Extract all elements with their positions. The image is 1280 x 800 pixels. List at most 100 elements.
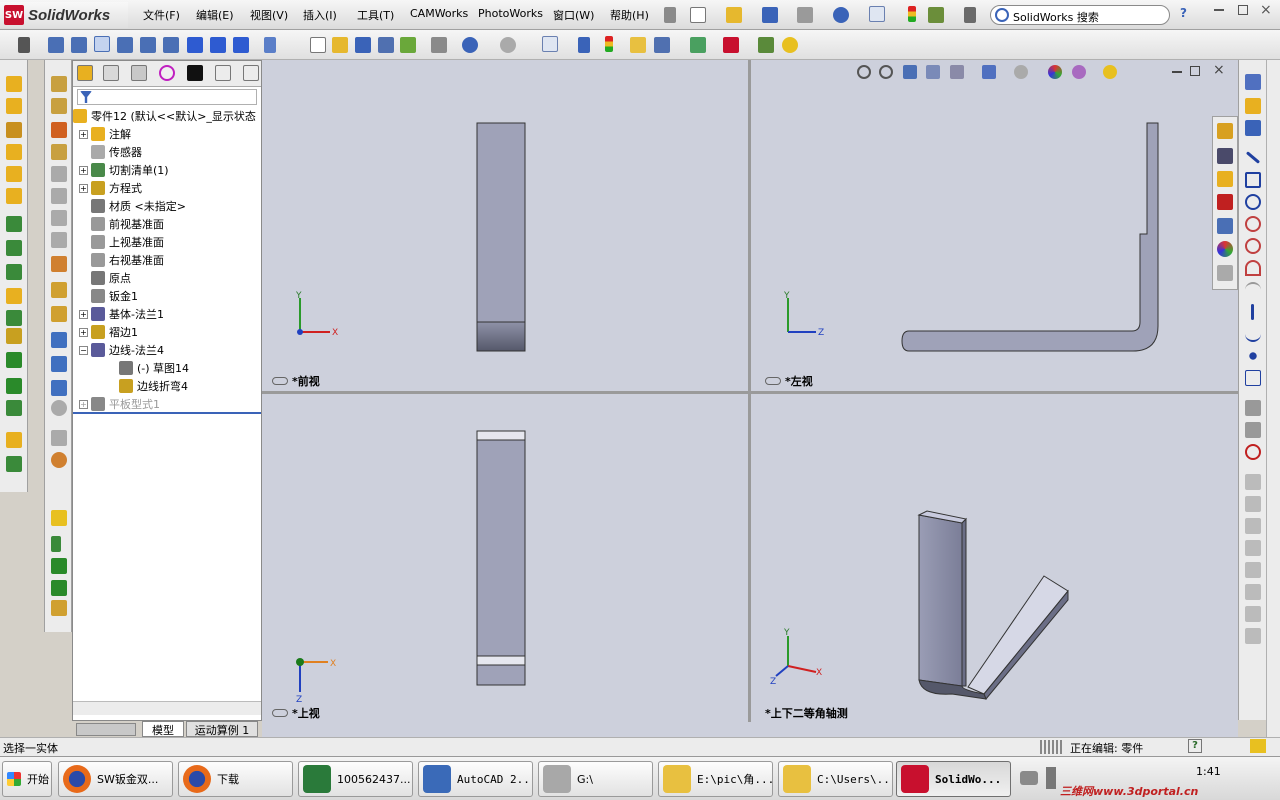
new-document-icon[interactable] [690, 7, 706, 23]
closed-corner-icon[interactable] [6, 288, 22, 304]
taskbar-drive-g[interactable]: G:\ [538, 761, 653, 797]
rapid-sketch-icon[interactable] [1245, 120, 1261, 136]
undo-icon[interactable] [833, 7, 849, 23]
lofted-bend-icon[interactable] [6, 122, 22, 138]
trim-icon[interactable] [1245, 474, 1261, 490]
print-icon[interactable] [797, 7, 813, 23]
menu-tools[interactable]: 工具(T) [357, 7, 394, 23]
pin-icon[interactable] [664, 7, 676, 23]
linear-pattern-icon[interactable] [51, 332, 67, 348]
status-help-button[interactable]: ? [1188, 739, 1202, 753]
taskbar-solidworks[interactable]: SolidWo... [896, 761, 1011, 797]
spline-icon[interactable] [1245, 326, 1261, 342]
tree-item[interactable]: + 切割清单(1) [79, 161, 169, 179]
menu-photoworks[interactable]: PhotoWorks [478, 7, 543, 20]
configuration-manager-tab-icon[interactable] [131, 65, 147, 81]
circle-icon[interactable] [1245, 194, 1261, 210]
top-view-part[interactable] [476, 430, 526, 686]
tab-scroll-buttons[interactable] [76, 723, 136, 736]
tree-item[interactable]: 传感器 [79, 143, 142, 161]
view-dimetric-icon[interactable] [233, 37, 249, 53]
dimxpert-tab-icon[interactable] [159, 65, 175, 81]
mate-reference-icon[interactable] [51, 600, 67, 616]
linear-sketch-pattern-icon[interactable] [1245, 628, 1261, 644]
draft-icon[interactable] [51, 282, 67, 298]
start-button[interactable]: 开始 [2, 761, 52, 797]
print-icon[interactable] [431, 37, 447, 53]
view-palette-icon[interactable] [1217, 218, 1233, 234]
tab-model[interactable]: 模型 [142, 721, 184, 737]
open-icon[interactable] [332, 37, 348, 53]
expand-toggle-icon[interactable]: + [79, 309, 88, 319]
tree-item[interactable]: 上视基准面 [79, 233, 164, 251]
break-corner-icon[interactable] [6, 328, 22, 344]
extend-icon[interactable] [1245, 496, 1261, 512]
properties-icon[interactable] [654, 37, 670, 53]
sketch-icon[interactable] [1245, 74, 1261, 90]
normal-to-icon[interactable] [18, 37, 30, 53]
left-view-part[interactable] [901, 122, 1159, 352]
tree-item[interactable]: 材质 <未指定> [79, 197, 186, 215]
lofted-boss-icon[interactable] [51, 166, 67, 182]
view-back-icon[interactable] [71, 37, 87, 53]
appearances-icon[interactable] [1217, 241, 1233, 257]
rip-icon[interactable] [6, 456, 22, 472]
close-icon[interactable]: × [1260, 2, 1272, 18]
expand-toggle-icon[interactable]: + [79, 129, 88, 139]
centerline-icon[interactable] [1251, 304, 1254, 320]
addins-icon[interactable] [723, 37, 739, 53]
taskbar-excel[interactable]: 100562437... [298, 761, 413, 797]
display-relations-icon[interactable] [1245, 444, 1261, 460]
menu-edit[interactable]: 编辑(E) [196, 7, 234, 23]
keyboard-icon[interactable] [1020, 771, 1038, 785]
scale-entities-icon[interactable] [1245, 584, 1261, 600]
mirror-icon[interactable] [51, 380, 67, 396]
menu-insert[interactable]: 插入(I) [303, 7, 337, 23]
right-scrollbar[interactable] [1266, 60, 1280, 737]
taskbar-firefox-1[interactable]: SW钣金双... [58, 761, 173, 797]
expand-toggle-icon[interactable]: − [79, 345, 88, 355]
deform-icon[interactable] [51, 452, 67, 468]
offset-entities-icon[interactable] [1245, 422, 1261, 438]
tree-item[interactable]: 钣金1 [79, 287, 138, 305]
save-icon[interactable] [762, 7, 778, 23]
centerpoint-arc-icon[interactable] [1245, 216, 1261, 232]
hem-icon[interactable] [6, 188, 22, 204]
view-isometric-icon[interactable] [187, 37, 203, 53]
select-icon[interactable] [542, 36, 558, 52]
undo-icon[interactable] [462, 37, 478, 53]
sketched-bend-icon[interactable] [6, 240, 22, 256]
expand-toggle-icon[interactable]: + [79, 327, 88, 337]
help-button[interactable]: ? [1180, 6, 1187, 20]
base-flange-icon[interactable] [6, 76, 22, 92]
mirror-entities-icon[interactable] [1245, 518, 1261, 534]
circular-pattern-icon[interactable] [51, 356, 67, 372]
taskbar-folder-e[interactable]: E:\pic\角... [658, 761, 773, 797]
feature-tree-tab-icon[interactable] [77, 65, 93, 81]
fold-icon[interactable] [6, 378, 22, 394]
tree-item[interactable]: + 基体-法兰1 [79, 305, 164, 323]
custom-properties-icon[interactable] [1217, 265, 1233, 281]
coordinate-system-icon[interactable] [51, 558, 67, 574]
tree-item[interactable]: 边线折弯4 [107, 377, 188, 395]
convert-entities-icon[interactable] [1245, 400, 1261, 416]
link-views-icon[interactable] [264, 37, 276, 53]
tree-root-part[interactable]: 零件12 (默认<<默认>_显示状态 [73, 107, 256, 125]
tree-item[interactable]: 原点 [79, 269, 131, 287]
rib-icon[interactable] [51, 232, 67, 248]
rotate-entities-icon[interactable] [1245, 562, 1261, 578]
shell-icon[interactable] [51, 256, 67, 272]
taskbar-autocad[interactable]: AutoCAD 2... [418, 761, 533, 797]
traffic-light-icon[interactable] [908, 6, 916, 22]
tree-item[interactable]: 前视基准面 [79, 215, 164, 233]
swept-boss-icon[interactable] [51, 144, 67, 160]
tree-item[interactable]: (-) 草图14 [107, 359, 189, 377]
redo-icon[interactable] [500, 37, 516, 53]
sketch-point-icon[interactable] [1245, 348, 1261, 364]
tree-item[interactable]: + 方程式 [79, 179, 142, 197]
menu-window[interactable]: 窗口(W) [553, 7, 594, 23]
customize-icon[interactable] [964, 7, 976, 23]
tray-arrows-icon[interactable] [1046, 767, 1056, 789]
instant3d-icon[interactable] [690, 37, 706, 53]
iso-view-horizontal-flange[interactable] [967, 575, 1069, 695]
